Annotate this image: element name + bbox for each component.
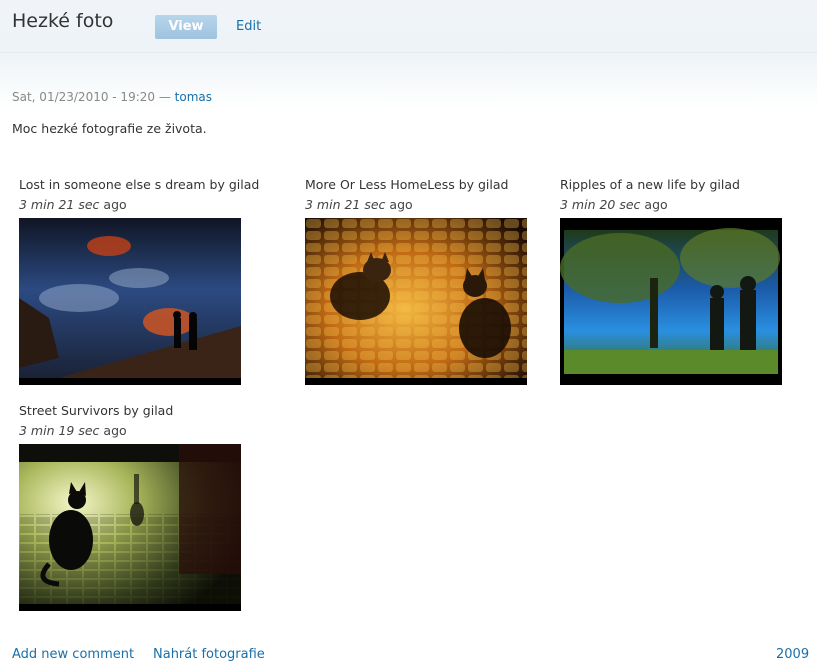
photo-age-suffix: ago (103, 423, 127, 438)
node-date: Sat, 01/23/2010 - 19:20 (12, 90, 156, 104)
photo-thumbnail[interactable] (19, 444, 241, 611)
photo-age-value: 3 min 21 sec (19, 197, 100, 212)
node-body: Moc hezké fotografie ze života. (12, 121, 207, 136)
photo-thumbnail[interactable] (305, 218, 527, 385)
photo-age-value: 3 min 19 sec (19, 423, 100, 438)
tab-view[interactable]: View (155, 15, 217, 39)
photo-age-suffix: ago (103, 197, 127, 212)
photo-age: 3 min 19 sec ago (19, 423, 173, 438)
upload-photos-link[interactable]: Nahrát fotografie (153, 647, 265, 662)
page-title: Hezké foto (12, 10, 114, 32)
taxonomy-term-link[interactable]: 2009 (776, 647, 809, 662)
page: Hezké foto View Edit Sat, 01/23/2010 - 1… (0, 0, 817, 667)
header-divider (0, 52, 817, 53)
gallery-item: Lost in someone else s dream by gilad 3 … (19, 177, 259, 212)
photo-title[interactable]: More Or Less HomeLess by gilad (305, 177, 508, 192)
photo-age-suffix: ago (389, 197, 413, 212)
gallery-item: Street Survivors by gilad 3 min 19 sec a… (19, 403, 173, 438)
add-comment-link[interactable]: Add new comment (12, 647, 134, 662)
node-separator: — (158, 90, 171, 104)
photo-age: 3 min 21 sec ago (305, 197, 508, 212)
author-link[interactable]: tomas (175, 90, 212, 104)
photo-age-value: 3 min 21 sec (305, 197, 386, 212)
node-submitted: Sat, 01/23/2010 - 19:20 — tomas (12, 90, 212, 104)
photo-age-suffix: ago (644, 197, 668, 212)
photo-title[interactable]: Street Survivors by gilad (19, 403, 173, 418)
gallery-item: Ripples of a new life by gilad 3 min 20 … (560, 177, 740, 212)
photo-age-value: 3 min 20 sec (560, 197, 641, 212)
gallery-item: More Or Less HomeLess by gilad 3 min 21 … (305, 177, 508, 212)
photo-age: 3 min 21 sec ago (19, 197, 259, 212)
photo-thumbnail[interactable] (560, 218, 782, 385)
photo-age: 3 min 20 sec ago (560, 197, 740, 212)
photo-title[interactable]: Ripples of a new life by gilad (560, 177, 740, 192)
tab-edit[interactable]: Edit (236, 19, 261, 34)
photo-thumbnail[interactable] (19, 218, 241, 385)
photo-title[interactable]: Lost in someone else s dream by gilad (19, 177, 259, 192)
